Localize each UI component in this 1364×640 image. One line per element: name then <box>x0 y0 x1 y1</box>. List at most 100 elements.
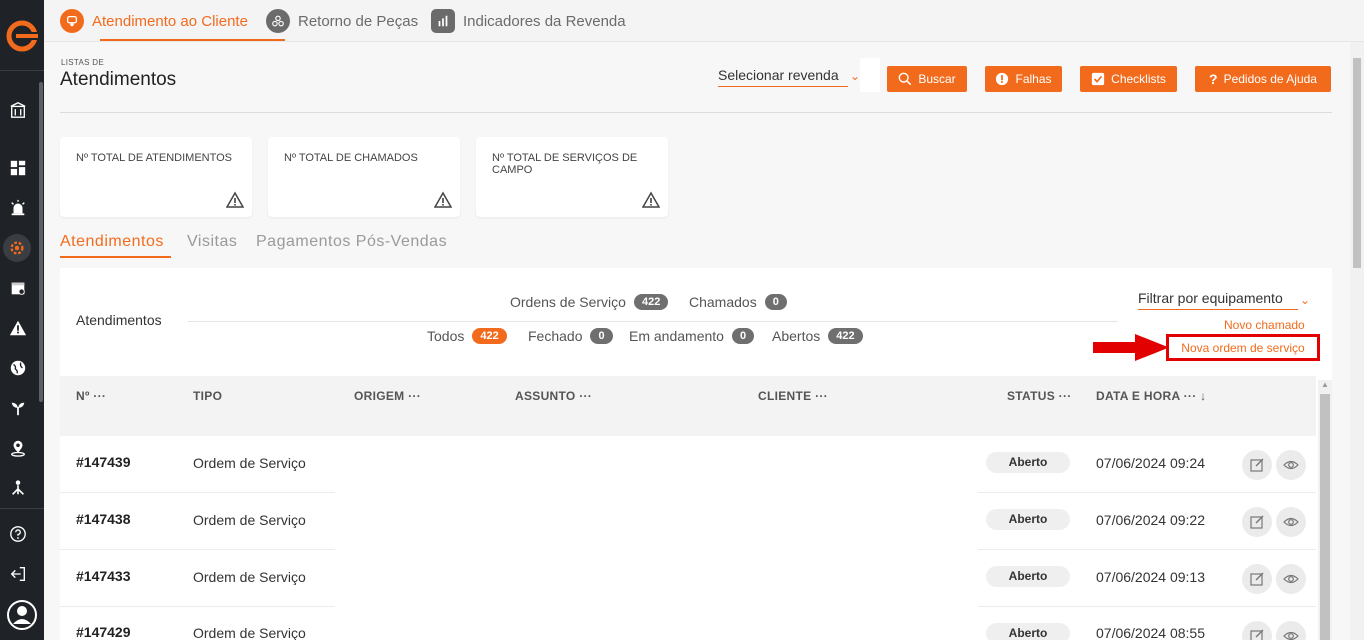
logout-icon[interactable] <box>8 564 28 584</box>
filter-chamados[interactable]: Chamados 0 <box>689 294 787 310</box>
table-row[interactable]: #147439 Ordem de Serviço Aberto 07/06/20… <box>60 436 1316 493</box>
tab-visitas[interactable]: Visitas <box>187 233 237 251</box>
panel-title: Atendimentos <box>76 312 162 328</box>
scroll-up-icon[interactable]: ▲ <box>1318 380 1332 392</box>
table-header <box>60 376 1316 436</box>
warning-icon <box>433 191 453 209</box>
filter-label: Em andamento <box>629 328 724 344</box>
equipment-filter-select[interactable]: Filtrar por equipamento ⌄ <box>1138 290 1310 310</box>
map-pin-icon[interactable] <box>8 438 28 458</box>
building-icon[interactable] <box>8 100 28 120</box>
row-data-hora: 07/06/2024 08:55 <box>1096 625 1205 640</box>
table-row[interactable]: #147433 Ordem de Serviço Aberto 07/06/20… <box>60 550 1316 607</box>
table-scrollbar[interactable]: ▲ <box>1318 380 1332 640</box>
column-header-data-hora[interactable]: DATA E HORA ··· ↓ <box>1096 389 1206 403</box>
service-gear-icon[interactable] <box>3 234 31 262</box>
pedidos-ajuda-button[interactable]: ? Pedidos de Ajuda <box>1195 66 1331 92</box>
edit-button[interactable] <box>1242 450 1272 480</box>
status-badge: Aberto <box>986 509 1070 530</box>
row-number: #147433 <box>76 568 131 584</box>
chevron-down-icon: ⌄ <box>849 69 860 83</box>
eye-icon <box>1283 517 1299 527</box>
user-avatar-icon[interactable] <box>7 600 37 630</box>
view-button[interactable] <box>1276 450 1306 480</box>
status-badge: Aberto <box>986 452 1070 473</box>
filter-fechado[interactable]: Fechado 0 <box>528 328 613 344</box>
help-icon[interactable] <box>8 524 28 544</box>
view-button[interactable] <box>1276 564 1306 594</box>
row-number: #147429 <box>76 624 131 640</box>
revenda-input-box[interactable] <box>860 58 880 92</box>
alert-circle-icon <box>995 72 1009 86</box>
view-button[interactable] <box>1276 507 1306 537</box>
tab-label: Retorno de Peças <box>298 12 419 30</box>
filter-abertos[interactable]: Abertos 422 <box>772 328 863 344</box>
search-icon <box>898 72 912 86</box>
edit-button[interactable] <box>1242 507 1272 537</box>
novo-chamado-link[interactable]: Novo chamado <box>1224 318 1305 332</box>
globe-icon[interactable] <box>8 358 28 378</box>
row-number: #147439 <box>76 454 131 470</box>
eye-icon <box>1283 631 1299 640</box>
tab-label: Indicadores da Revenda <box>463 12 626 30</box>
column-header-cliente[interactable]: CLIENTE ··· <box>758 389 828 403</box>
row-data-hora: 07/06/2024 09:24 <box>1096 455 1205 471</box>
falhas-button[interactable]: Falhas <box>985 66 1062 92</box>
column-header-status[interactable]: STATUS ··· <box>1007 389 1072 403</box>
dashboard-icon[interactable] <box>8 158 28 178</box>
tab-indicadores-revenda[interactable]: Indicadores da Revenda <box>431 8 626 34</box>
plant-icon[interactable] <box>8 398 28 418</box>
org-chart-icon[interactable] <box>8 478 28 498</box>
buscar-label: Buscar <box>918 72 956 86</box>
parts-icon <box>266 9 290 33</box>
column-header-num[interactable]: Nº ··· <box>76 389 106 403</box>
row-tipo: Ordem de Serviço <box>193 512 306 528</box>
table-row[interactable]: #147438 Ordem de Serviço Aberto 07/06/20… <box>60 493 1316 550</box>
warning-icon[interactable] <box>8 318 28 338</box>
filter-em-andamento[interactable]: Em andamento 0 <box>629 328 755 344</box>
edit-button[interactable] <box>1242 564 1272 594</box>
sidebar-scrollbar[interactable] <box>39 82 43 402</box>
page-scrollbar[interactable] <box>1350 42 1364 640</box>
row-tipo: Ordem de Serviço <box>193 625 306 640</box>
row-tipo: Ordem de Serviço <box>193 455 306 471</box>
active-tab-indicator <box>100 39 285 41</box>
column-header-tipo[interactable]: TIPO <box>193 389 222 403</box>
view-button[interactable] <box>1276 621 1306 640</box>
tab-pagamentos-pos-vendas[interactable]: Pagamentos Pós-Vendas <box>256 233 447 251</box>
column-header-origem[interactable]: ORIGEM ··· <box>354 389 421 403</box>
calendar-icon[interactable] <box>8 278 28 298</box>
nova-ordem-servico-link[interactable]: Nova ordem de serviço <box>1166 334 1320 361</box>
tab-atendimentos[interactable]: Atendimentos <box>60 233 164 251</box>
stat-card-label: Nº TOTAL DE SERVIÇOS DE CAMPO <box>492 152 638 176</box>
filter-ordens-servico[interactable]: Ordens de Serviço 422 <box>510 294 669 310</box>
scrollbar-thumb[interactable] <box>1320 394 1330 640</box>
alarm-icon[interactable] <box>8 198 28 218</box>
count-badge: 0 <box>764 294 787 310</box>
top-tab-bar: Atendimento ao Cliente Retorno de Peças … <box>44 0 1364 42</box>
stat-card-chamados: Nº TOTAL DE CHAMADOS <box>268 137 460 217</box>
edit-button[interactable] <box>1242 621 1272 640</box>
sidebar-divider <box>0 508 44 509</box>
tab-atendimento-cliente[interactable]: Atendimento ao Cliente <box>60 8 248 34</box>
checklists-button[interactable]: Checklists <box>1080 66 1177 92</box>
count-badge: 422 <box>472 328 507 344</box>
checkbox-icon <box>1091 72 1105 86</box>
brand-logo-icon[interactable] <box>6 20 38 52</box>
sidebar-divider <box>0 70 44 71</box>
scrollbar-thumb[interactable] <box>1353 58 1361 268</box>
table-row[interactable]: #147429 Ordem de Serviço Aberto 07/06/20… <box>60 607 1316 640</box>
tab-retorno-pecas[interactable]: Retorno de Peças <box>266 8 418 34</box>
filter-todos[interactable]: Todos 422 <box>427 328 507 344</box>
count-badge: 0 <box>731 328 755 344</box>
edit-icon <box>1250 515 1264 529</box>
tab-label: Atendimento ao Cliente <box>92 12 248 30</box>
buscar-button[interactable]: Buscar <box>887 66 967 92</box>
row-tipo: Ordem de Serviço <box>193 569 306 585</box>
column-header-assunto[interactable]: ASSUNTO ··· <box>515 389 592 403</box>
stat-card-label: Nº TOTAL DE CHAMADOS <box>284 152 418 164</box>
revenda-select[interactable]: Selecionar revenda ⌄ <box>718 67 860 87</box>
revenda-select-value: Selecionar revenda <box>718 67 839 83</box>
falhas-label: Falhas <box>1015 72 1052 86</box>
eye-icon <box>1283 460 1299 470</box>
